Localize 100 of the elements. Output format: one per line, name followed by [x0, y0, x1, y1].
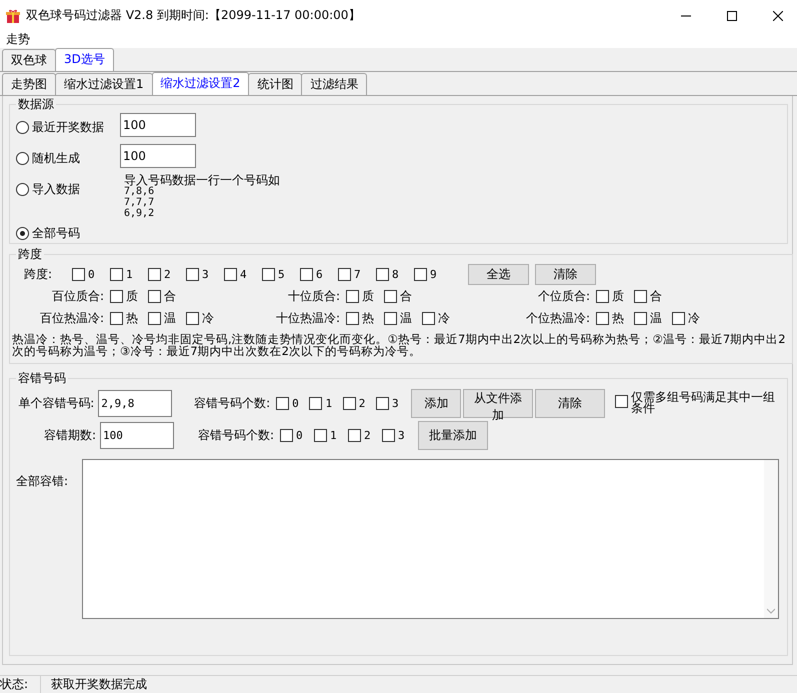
checkbox-label: 6 [316, 268, 323, 280]
checkbox[interactable] [186, 268, 199, 280]
checkbox-label: 温 [164, 310, 176, 326]
example-text: 7,7,7 [124, 197, 156, 208]
checkbox[interactable] [384, 290, 397, 302]
description-text: 热温冷：热号、温号、冷号均非固定号码,注数随走势情况变化而变化。①热号：最近7期内中出2次以上的号码称为热号；②温号：最近7期内中出2 [12, 333, 786, 345]
action-button[interactable]: 清除 [535, 264, 596, 284]
checkbox[interactable] [186, 312, 199, 324]
field-label: 容错期数: [42, 426, 97, 444]
radio-button[interactable] [16, 183, 29, 196]
checkbox-label: 9 [430, 268, 437, 280]
radio-label: 随机生成 [32, 150, 80, 167]
maximize-icon[interactable] [727, 10, 737, 20]
checkbox-label: 7 [354, 268, 361, 280]
tab[interactable]: 过滤结果 [301, 73, 368, 95]
close-icon[interactable] [773, 10, 783, 20]
checkbox[interactable] [300, 268, 313, 280]
checkbox[interactable] [148, 312, 161, 324]
action-button[interactable]: 全选 [468, 264, 529, 284]
input-field[interactable]: 100 [120, 113, 196, 137]
window-title: 双色球号码过滤器 V2.8 到期时间:【2099-11-17 00:00:00】 [26, 7, 360, 24]
checkbox-label: 热 [126, 310, 138, 326]
tab[interactable]: 双色球 [2, 49, 56, 71]
radio-button[interactable] [16, 227, 29, 240]
field-label: 个位热温冷: [524, 310, 591, 326]
checkbox-label: 4 [240, 268, 247, 280]
checkbox[interactable] [634, 290, 647, 302]
checkbox[interactable] [72, 268, 85, 280]
checkbox-label: 热 [612, 310, 624, 326]
example-text: 7,8,6 [124, 186, 156, 197]
checkbox[interactable] [422, 312, 435, 324]
checkbox-label: 合 [650, 288, 662, 304]
checkbox-label: 质 [612, 288, 624, 304]
checkbox[interactable] [338, 268, 351, 280]
field-label: 跨度: [23, 266, 54, 282]
radio-button[interactable] [16, 121, 29, 134]
checkbox-label: 3 [392, 396, 399, 410]
radio-button[interactable] [16, 152, 29, 165]
checkbox-label: 质 [126, 288, 138, 304]
checkbox[interactable] [262, 268, 275, 280]
field-label: 容错号码个数: [193, 394, 272, 412]
checkbox[interactable] [382, 428, 395, 442]
example-text: 6,9,2 [124, 208, 156, 219]
status-label: 状态: [0, 676, 41, 693]
checkbox[interactable] [276, 396, 290, 410]
radio-label: 全部号码 [32, 225, 80, 242]
field-label: 个位质合: [536, 288, 591, 304]
checkbox[interactable] [376, 396, 390, 410]
checkbox[interactable] [110, 268, 123, 280]
checkbox-label: 合 [400, 288, 412, 304]
input-field[interactable]: 2,9,8 [98, 390, 172, 416]
checkbox[interactable] [346, 312, 359, 324]
checkbox[interactable] [348, 428, 361, 442]
action-button[interactable]: 清除 [535, 388, 606, 418]
checkbox-label: 3 [202, 268, 209, 280]
action-button[interactable]: 添加 [411, 388, 462, 418]
checkbox-label: 3 [398, 428, 405, 442]
checkbox[interactable] [346, 290, 359, 302]
checkbox-label: 2 [164, 268, 171, 280]
checkbox[interactable] [672, 312, 685, 324]
checkbox[interactable] [148, 290, 161, 302]
checkbox[interactable] [384, 312, 397, 324]
checkbox[interactable] [615, 395, 628, 408]
field-label: 容错号码个数: [196, 426, 275, 444]
checkbox[interactable] [376, 268, 389, 280]
checkbox[interactable] [414, 268, 427, 280]
checkbox[interactable] [110, 312, 123, 324]
checkbox-label: 冷 [202, 310, 214, 326]
field-label: 全部容错: [16, 473, 70, 490]
checkbox-label: 温 [400, 310, 412, 326]
field-label: 十位质合: [286, 288, 341, 304]
checkbox-label: 1 [330, 428, 337, 442]
checkbox[interactable] [280, 428, 293, 442]
checkbox-label: 冷 [688, 310, 700, 326]
action-button[interactable]: 批量添加 [418, 420, 488, 450]
scrollbar[interactable] [764, 460, 778, 618]
checkbox[interactable] [110, 290, 123, 302]
input-field[interactable]: 100 [120, 144, 196, 168]
gift-icon [6, 8, 20, 22]
checkbox-label: 合 [164, 288, 176, 304]
field-label: 百位质合: [50, 288, 105, 304]
radio-label: 导入数据 [32, 181, 80, 198]
checkbox[interactable] [309, 396, 322, 410]
checkbox[interactable] [596, 312, 609, 324]
tab[interactable]: 3D选号 [55, 48, 114, 71]
description-text: 次的号码称为温号；③冷号：最近7期内中出次数在2次以下的号码称为冷号。 [12, 345, 422, 357]
hint-text: 导入号码数据一行一个号码如 [124, 175, 280, 186]
checkbox[interactable] [596, 290, 609, 302]
checkbox[interactable] [148, 268, 161, 280]
checkbox[interactable] [224, 268, 237, 280]
checkbox[interactable] [342, 396, 356, 410]
checkbox-label: 8 [392, 268, 399, 280]
checkbox[interactable] [634, 312, 647, 324]
menu-item[interactable]: 走势 [4, 31, 32, 48]
tab[interactable]: 走势图 [2, 73, 56, 95]
checkbox-label: 仅需多组号码满足其中一组条件 [631, 392, 776, 414]
checkbox-label: 冷 [438, 310, 450, 326]
input-field[interactable]: 100 [100, 422, 174, 448]
checkbox[interactable] [314, 428, 327, 442]
tab[interactable]: 缩水过滤设置2 [152, 72, 250, 95]
